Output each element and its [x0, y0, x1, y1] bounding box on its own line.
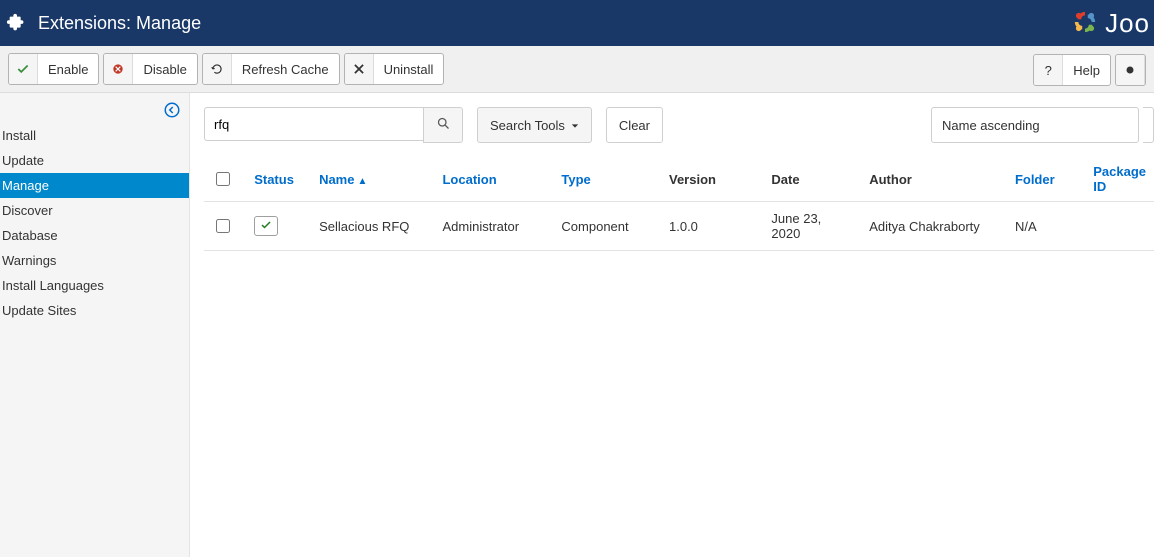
- cell-type: Component: [553, 202, 661, 251]
- brand: Joo: [1071, 0, 1154, 46]
- col-package-id[interactable]: Package ID: [1085, 157, 1154, 202]
- joomla-logo-icon: [1071, 8, 1099, 39]
- col-author: Author: [861, 157, 1007, 202]
- col-location[interactable]: Location: [434, 157, 553, 202]
- main: Install Update Manage Discover Database …: [0, 93, 1154, 557]
- refresh-cache-button[interactable]: Refresh Cache: [202, 53, 340, 85]
- sidebar-item-install[interactable]: Install: [0, 123, 189, 148]
- cell-author: Aditya Chakraborty: [861, 202, 1007, 251]
- col-status[interactable]: Status: [246, 157, 311, 202]
- page-title: Extensions: Manage: [38, 13, 201, 34]
- check-icon: [9, 54, 38, 84]
- col-folder[interactable]: Folder: [1007, 157, 1085, 202]
- enable-button[interactable]: Enable: [8, 53, 99, 85]
- sidebar-item-update-sites[interactable]: Update Sites: [0, 298, 189, 323]
- sidebar-item-discover[interactable]: Discover: [0, 198, 189, 223]
- cell-folder: N/A: [1007, 202, 1085, 251]
- extensions-table: Status Name▲ Location Type Version Date …: [204, 157, 1154, 251]
- close-icon: [345, 54, 374, 84]
- options-button[interactable]: [1115, 54, 1146, 86]
- action-toolbar: Enable Disable Refresh Cache Uninstall ?…: [0, 46, 1154, 93]
- brand-text: Joo: [1105, 8, 1150, 39]
- sidebar: Install Update Manage Discover Database …: [0, 93, 190, 557]
- sort-asc-icon: ▲: [357, 176, 367, 187]
- check-icon: [260, 219, 272, 234]
- cell-name: Sellacious RFQ: [311, 202, 434, 251]
- uninstall-button[interactable]: Uninstall: [344, 53, 445, 85]
- clear-button[interactable]: Clear: [606, 107, 663, 143]
- gear-icon: [1116, 55, 1145, 85]
- status-toggle[interactable]: [254, 216, 278, 236]
- row-checkbox[interactable]: [216, 219, 230, 233]
- col-type[interactable]: Type: [553, 157, 661, 202]
- sidebar-item-install-languages[interactable]: Install Languages: [0, 273, 189, 298]
- app-header: Extensions: Manage Joo: [0, 0, 1154, 46]
- limit-select[interactable]: [1143, 107, 1154, 143]
- col-date: Date: [763, 157, 861, 202]
- sidebar-item-manage[interactable]: Manage: [0, 173, 189, 198]
- sidebar-item-update[interactable]: Update: [0, 148, 189, 173]
- question-icon: ?: [1034, 55, 1063, 85]
- refresh-icon: [203, 54, 232, 84]
- cell-location: Administrator: [434, 202, 553, 251]
- select-all-checkbox[interactable]: [216, 172, 230, 186]
- help-button[interactable]: ? Help: [1033, 54, 1111, 86]
- filter-bar: Search Tools Clear Name ascending: [204, 107, 1154, 143]
- sidebar-item-warnings[interactable]: Warnings: [0, 248, 189, 273]
- search-button[interactable]: [423, 107, 463, 143]
- col-name[interactable]: Name▲: [311, 157, 434, 202]
- cell-date: June 23, 2020: [763, 202, 861, 251]
- table-row: Sellacious RFQ Administrator Component 1…: [204, 202, 1154, 251]
- content: Search Tools Clear Name ascending Status…: [190, 93, 1154, 557]
- cell-package-id: [1085, 202, 1154, 251]
- col-version: Version: [661, 157, 763, 202]
- search-input[interactable]: [204, 107, 423, 141]
- collapse-sidebar-button[interactable]: [161, 99, 183, 121]
- sidebar-item-database[interactable]: Database: [0, 223, 189, 248]
- search-icon: [436, 116, 451, 134]
- cell-version: 1.0.0: [661, 202, 763, 251]
- sort-select[interactable]: Name ascending: [931, 107, 1139, 143]
- search-tools-button[interactable]: Search Tools: [477, 107, 592, 143]
- cancel-icon: [104, 54, 133, 84]
- disable-button[interactable]: Disable: [103, 53, 197, 85]
- caret-down-icon: [571, 118, 579, 133]
- puzzle-icon: [6, 12, 28, 34]
